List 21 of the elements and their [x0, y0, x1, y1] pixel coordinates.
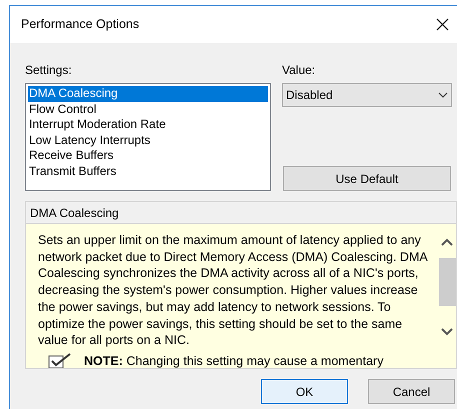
note-text: NOTE: Changing this setting may cause a momentary [84, 352, 384, 368]
settings-list[interactable]: DMA Coalescing Flow Control Interrupt Moderation Rate Low Latency Interrupts Receive Buffers Transmit Buffers [25, 83, 271, 191]
settings-label: Settings: [25, 63, 72, 77]
settings-item[interactable]: DMA Coalescing [28, 86, 268, 102]
scroll-up-icon[interactable] [441, 238, 453, 246]
chevron-down-icon [438, 92, 448, 98]
settings-item[interactable]: Interrupt Moderation Rate [28, 117, 268, 132]
settings-item[interactable]: Receive Buffers [28, 148, 268, 164]
window-title: Performance Options [21, 16, 140, 34]
value-label: Value: [282, 63, 316, 77]
settings-item[interactable]: Flow Control [28, 102, 268, 117]
value-dropdown[interactable]: Disabled [282, 83, 452, 107]
settings-item[interactable]: Low Latency Interrupts [28, 132, 268, 148]
close-icon[interactable] [436, 18, 449, 31]
dialog-button[interactable]: Cancel [368, 379, 455, 404]
description-text: Sets an upper limit on the maximum amount of latency applied to any network packet due to Direct Memory Access (DMA) Coalescing. DMA Coalescing synchronizes the DMA activity across all of a NIC's ports, decreasing the system's power consumption. Higher values increase the power savings, but may add latency to network sessions. To optimize the power savings, this setting should be set to the same value for all ports on a NIC. [38, 232, 428, 349]
dialog-button[interactable]: OK [261, 379, 348, 404]
use-default-button[interactable]: Use Default [283, 166, 451, 191]
scroll-thumb[interactable] [438, 258, 456, 306]
scroll-down-icon[interactable] [441, 328, 453, 336]
settings-item[interactable]: Transmit Buffers [28, 164, 268, 179]
